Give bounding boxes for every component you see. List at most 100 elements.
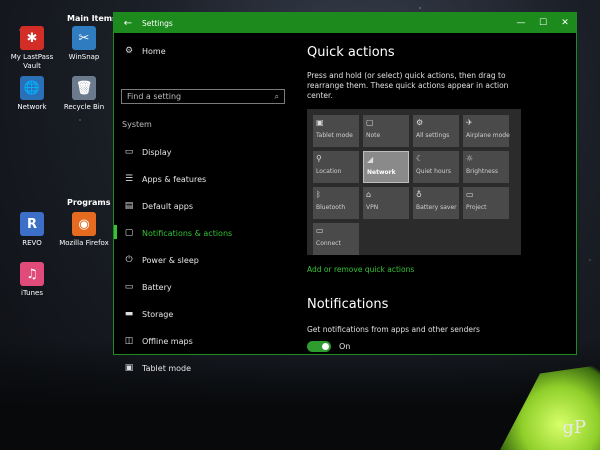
sidebar-item-battery[interactable]: ▭ Battery: [122, 282, 172, 292]
tile-icon: ♁: [416, 190, 422, 199]
lastpass-icon: ✱: [20, 26, 44, 50]
sidebar: ⚙ Home Find a setting ⌕ System ▭ Display ☰…: [114, 33, 294, 373]
sidebar-item-label: Default apps: [142, 201, 193, 211]
settings-window: ← Settings — ☐ ✕ ⚙ Home Find a setting ⌕…: [113, 12, 577, 373]
desktop-group-programs: Programs: [67, 198, 111, 207]
add-remove-quick-actions-link[interactable]: Add or remove quick actions: [307, 265, 414, 274]
desktop-icon-recyclebin[interactable]: 🗑 Recycle Bin: [58, 76, 110, 112]
main-content: Quick actions Press and hold (or select)…: [307, 33, 568, 354]
tile-icon: ᛒ: [316, 190, 321, 199]
search-placeholder: Find a setting: [127, 92, 182, 101]
quick-action-tile-connect[interactable]: ▭ Connect: [313, 223, 359, 255]
nav-icon: ▬: [124, 309, 134, 319]
nav-icon: ☰: [124, 174, 134, 184]
sidebar-item-default-apps[interactable]: ▤ Default apps: [122, 201, 193, 211]
nav-icon: ▭: [124, 147, 134, 157]
tile-icon: ◢: [367, 155, 374, 164]
quick-action-tile-location[interactable]: ⚲ Location: [313, 151, 359, 183]
desktop-icon-revo[interactable]: R REVO: [6, 212, 58, 248]
sidebar-item-label: Display: [142, 147, 172, 157]
sidebar-item-label: Battery: [142, 282, 172, 292]
desktop-icon-label: Mozilla Firefox: [59, 239, 109, 247]
close-button[interactable]: ✕: [554, 18, 576, 28]
tile-label: Brightness: [466, 168, 498, 175]
tile-label: Airplane mode: [466, 132, 510, 139]
sidebar-item-tablet-mode[interactable]: ▣ Tablet mode: [122, 363, 191, 373]
quick-action-tile-all-settings[interactable]: ⚙ All settings: [413, 115, 459, 147]
active-indicator: [114, 225, 117, 239]
tile-icon: ▢: [366, 118, 374, 127]
nav-icon: ▭: [124, 282, 134, 292]
desktop-icon-label: iTunes: [21, 289, 43, 297]
tile-label: Connect: [316, 240, 341, 247]
quick-actions-description: Press and hold (or select) quick actions…: [307, 71, 509, 100]
sidebar-item-offline-maps[interactable]: ◫ Offline maps: [122, 336, 193, 346]
revo-icon: R: [20, 212, 44, 236]
quick-action-tile-note[interactable]: ▢ Note: [363, 115, 409, 147]
nav-icon: ▣: [124, 363, 134, 373]
quick-action-tile-network[interactable]: ◢ Network: [363, 151, 409, 183]
quick-action-tile-brightness[interactable]: ☼ Brightness: [463, 151, 509, 183]
sidebar-item-display[interactable]: ▭ Display: [122, 147, 172, 157]
desktop-icon-label: WinSnap: [68, 53, 100, 61]
maximize-button[interactable]: ☐: [532, 18, 554, 28]
notifications-heading: Notifications: [307, 297, 389, 312]
desktop-icon-firefox[interactable]: ◉ Mozilla Firefox: [58, 212, 110, 248]
tile-label: Note: [366, 132, 381, 139]
quick-action-tile-airplane-mode[interactable]: ✈ Airplane mode: [463, 115, 510, 147]
desktop-icon-itunes[interactable]: ♫ iTunes: [6, 262, 58, 298]
tile-label: Tablet mode: [316, 132, 353, 139]
back-arrow-icon[interactable]: ←: [114, 18, 142, 29]
sidebar-item-storage[interactable]: ▬ Storage: [122, 309, 174, 319]
tile-label: Quiet hours: [416, 168, 452, 175]
network-icon: 🌐: [20, 76, 44, 100]
nav-icon: ◫: [124, 336, 134, 346]
sidebar-item-notifications-actions[interactable]: ▢ Notifications & actions: [114, 225, 233, 239]
tile-icon: ▭: [316, 226, 324, 235]
quick-action-tile-bluetooth[interactable]: ᛒ Bluetooth: [313, 187, 359, 219]
recyclebin-icon: 🗑: [72, 76, 96, 100]
sidebar-item-label: Notifications & actions: [142, 228, 233, 238]
nav-icon: ▤: [124, 201, 134, 211]
quick-action-tile-vpn[interactable]: ⌂ VPN: [363, 187, 409, 219]
quick-actions-heading: Quick actions: [307, 45, 395, 60]
quick-action-tile-project[interactable]: ▭ Project: [463, 187, 509, 219]
tile-icon: ▭: [466, 190, 474, 199]
toggle-knob: [322, 343, 329, 350]
desktop-icon-network[interactable]: 🌐 Network: [6, 76, 58, 112]
nav-icon: ▢: [124, 228, 134, 238]
quick-actions-grid: ▣ Tablet mode ▢ Note ⚙ All settings ✈ Airplane …: [307, 109, 521, 255]
quick-action-tile-quiet-hours[interactable]: ☾ Quiet hours: [413, 151, 459, 183]
quick-action-tile-tablet-mode[interactable]: ▣ Tablet mode: [313, 115, 359, 147]
nav-icon: ⏻: [125, 255, 133, 265]
sidebar-item-label: Storage: [142, 309, 174, 319]
desktop-icon-winsnap[interactable]: ✂ WinSnap: [58, 26, 110, 62]
tile-icon: ✈: [466, 118, 473, 127]
search-input[interactable]: Find a setting ⌕: [121, 89, 285, 104]
tile-label: All settings: [416, 132, 450, 139]
firefox-icon: ◉: [72, 212, 96, 236]
tile-icon: ⚲: [316, 154, 322, 163]
tile-label: Bluetooth: [316, 204, 346, 211]
section-title: System: [122, 120, 152, 129]
sidebar-item-label: Power & sleep: [142, 255, 199, 265]
desktop-icon-label: Network: [17, 103, 47, 111]
quick-action-tile-battery-saver[interactable]: ♁ Battery saver: [413, 187, 459, 219]
tile-icon: ⚙: [416, 118, 424, 127]
sidebar-item-label: Home: [142, 46, 166, 56]
title-bar[interactable]: ← Settings — ☐ ✕: [114, 13, 576, 33]
tile-label: VPN: [366, 204, 379, 211]
sidebar-item-power-sleep[interactable]: ⏻ Power & sleep: [122, 255, 199, 265]
notifications-description: Get notifications from apps and other se…: [307, 325, 480, 334]
desktop-icon-label: Recycle Bin: [63, 103, 105, 111]
notifications-toggle[interactable]: [307, 341, 331, 352]
sidebar-item-home[interactable]: ⚙ Home: [122, 46, 166, 56]
gear-icon: ⚙: [124, 46, 134, 56]
desktop-icon-lastpass[interactable]: ✱ My LastPass Vault: [6, 26, 58, 71]
tile-label: Location: [316, 168, 342, 175]
tile-label: Network: [367, 169, 396, 176]
tile-icon: ▣: [316, 118, 324, 127]
sidebar-item-apps-features[interactable]: ☰ Apps & features: [122, 174, 206, 184]
minimize-button[interactable]: —: [510, 18, 532, 28]
itunes-icon: ♫: [20, 262, 44, 286]
